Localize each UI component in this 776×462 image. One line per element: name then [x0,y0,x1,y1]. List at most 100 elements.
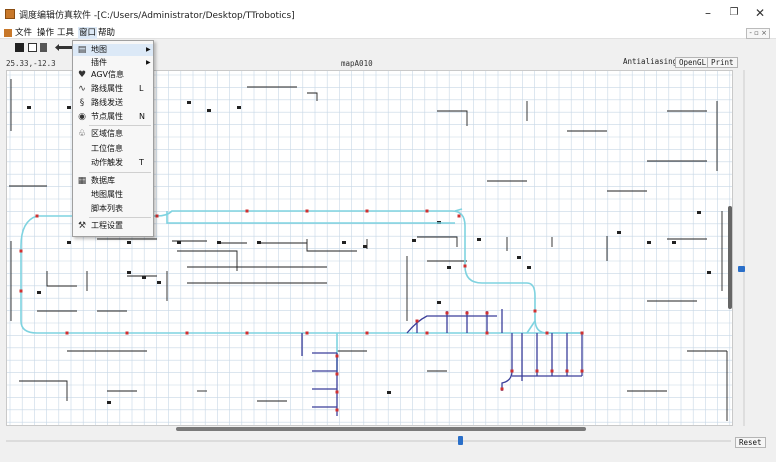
antialiasing-toggle[interactable]: Antialiasing [620,57,680,68]
route-node [245,331,249,335]
route-node [335,408,339,412]
obstacle-blob [217,241,221,244]
menu-item-1[interactable]: ▤ 地图 ▶ [73,44,153,56]
menu-separator [89,125,151,126]
menu-item-label: AGV信息 [91,70,125,79]
obstacle-blob [127,271,131,274]
close-button[interactable]: ✕ [749,4,771,22]
menu-item-10[interactable]: ▦ 数据库 [73,175,153,187]
back-arrow-icon[interactable] [55,43,67,52]
database-icon: ▦ [77,176,87,186]
obstacle-blob [27,106,31,109]
menu-separator [89,172,151,173]
tools-icon: ⚒ [77,221,87,231]
menu-item-5[interactable]: § 路线发送 [73,97,153,109]
menu-item-label: 地图 [91,45,107,54]
obstacle-blob [672,241,676,244]
obstacle-blob [447,266,451,269]
print-button[interactable]: Print [707,57,738,68]
route-node [335,390,339,394]
obstacle-blob [67,241,71,244]
menu-item-label: 动作触发 [91,158,123,167]
menu-item-2[interactable]: 插件 ▶ [73,57,153,69]
obstacle-blob [237,106,241,109]
menu-item-9[interactable]: 动作触发 T [73,157,153,169]
menu-item-label: 数据库 [91,176,115,185]
obstacle [306,239,357,252]
route-path [454,208,463,212]
reset-button[interactable]: Reset [735,437,766,448]
menu-item-label: 节点属性 [91,112,123,121]
menu-item-label: 地图属性 [91,190,123,199]
menu-item-8[interactable]: 工位信息 [73,143,153,155]
obstacle-blob [142,276,146,279]
menu-window[interactable]: 窗口 [78,27,98,39]
route-node [365,331,369,335]
route-node [185,331,189,335]
obstacle-blob [387,391,391,394]
horizontal-scrollbar-thumb[interactable] [176,427,586,431]
minimize-button[interactable]: – [697,4,719,22]
file-icon[interactable] [40,43,47,52]
route-node [335,372,339,376]
route-node [485,311,489,315]
route-node [535,369,539,373]
menu-help[interactable]: 帮助 [98,27,115,39]
vertical-scrollbar-thumb[interactable] [728,206,732,309]
menu-item-11[interactable]: 地图属性 [73,189,153,201]
menu-item-7[interactable]: ♧ 区域信息 [73,128,153,140]
menu-item-3[interactable]: ♥ AGV信息 [73,69,153,81]
menu-item-shortcut: N [139,112,145,121]
heart-icon: ♥ [77,70,87,80]
obstacle-blob [67,106,71,109]
obstacle-blob [437,301,441,304]
obstacle-blob [363,245,367,248]
menu-item-4[interactable]: ∿ 路线属性 L [73,83,153,95]
obstacle-blob [527,266,531,269]
rotate-slider-handle[interactable] [458,436,463,445]
title-bar: 调度编辑仿真软件 -[C:/Users/Administrator/Deskto… [0,0,776,27]
app-window: 调度编辑仿真软件 -[C:/Users/Administrator/Deskto… [0,0,776,462]
route-node [510,369,514,373]
obstacle-blob [257,241,261,244]
map-name: mapA010 [341,59,373,68]
menu-file[interactable]: 文件 [15,27,32,39]
zoom-slider-track[interactable] [743,70,745,426]
obstacle-blob [697,211,701,214]
obstacle-blob [37,291,41,294]
folder-icon[interactable] [28,43,37,52]
route-node [245,209,249,213]
submenu-arrow-icon: ▶ [146,59,151,66]
maximize-button[interactable]: ❐ [723,4,745,22]
route-node [19,289,23,293]
route-icon: ∿ [78,84,86,94]
menu-item-label: 工位信息 [91,144,123,153]
zoom-slider-handle[interactable] [738,266,745,272]
route-node [465,311,469,315]
menu-bar: 文件 操作 工具 窗口 帮助 - ▫ × [0,27,776,39]
menu-tools[interactable]: 工具 [57,27,74,39]
menu-operate[interactable]: 操作 [37,27,54,39]
route-node [445,311,449,315]
menu-item-shortcut: T [139,158,144,167]
obstacle-blob [617,231,621,234]
obstacle-blob [412,239,416,242]
menu-item-6[interactable]: ◉ 节点属性 N [73,111,153,123]
send-route-icon: § [79,98,85,108]
route-node [305,209,309,213]
route-node [35,214,39,218]
route-node [365,209,369,213]
route-node [335,354,339,358]
menu-item-13[interactable]: ⚒ 工程设置 [73,220,153,232]
black-square-icon[interactable] [15,43,24,52]
route-node [457,214,461,218]
mdi-controls[interactable]: - ▫ × [746,28,770,39]
obstacle [19,380,68,401]
rotate-slider-track[interactable] [6,440,731,442]
opengl-button[interactable]: OpenGL [675,57,711,68]
node-icon: ◉ [78,112,86,122]
menu-item-12[interactable]: 脚本列表 [73,203,153,215]
route-node [415,319,419,323]
route-path-branch [406,315,497,334]
route-node [125,331,129,335]
